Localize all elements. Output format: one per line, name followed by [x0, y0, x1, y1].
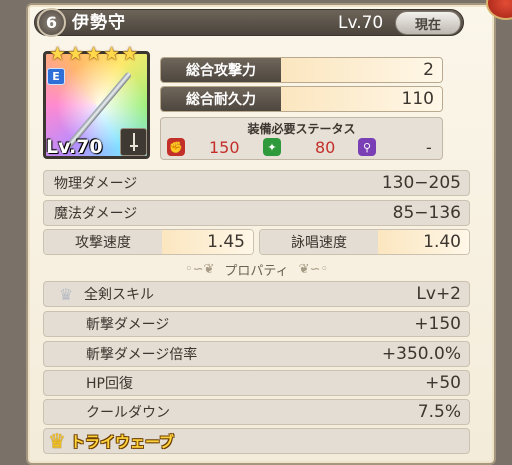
total-attack-value: 2	[281, 58, 442, 82]
property-title: プロパティ	[224, 263, 289, 279]
req-strength-value: 150	[209, 137, 240, 157]
property-label: クールダウン	[86, 405, 170, 421]
property-label: 斬撃ダメージ	[86, 317, 170, 333]
required-status-title: 装備必要ステータス	[247, 122, 356, 136]
ornament-left-icon: ◦∽❦	[184, 261, 215, 277]
attack-speed-label: 攻撃速度	[44, 230, 162, 254]
cast-speed-row: 詠唱速度 1.40	[259, 229, 470, 255]
required-status-box: 装備必要ステータス ✊ 150 ✦ 80 ⚲ -	[160, 117, 443, 160]
attack-speed-value: 1.45	[162, 230, 253, 254]
total-durability-label: 総合耐久力	[161, 87, 281, 111]
trait-name: トライウェーブ	[69, 432, 175, 451]
total-durability-row: 総合耐久力 110	[160, 86, 443, 112]
trait-row: ♛ トライウェーブ	[43, 428, 470, 454]
magic-damage-row: 魔法ダメージ 85−136	[43, 200, 470, 226]
item-level: Lv.70	[338, 13, 384, 33]
property-value: +50	[425, 373, 461, 393]
req-dexterity-value: 80	[315, 137, 336, 157]
property-label-wrap: ♛ 全剣スキル	[54, 284, 154, 304]
property-value: +350.0%	[381, 344, 461, 364]
item-name: 伊勢守	[72, 13, 126, 33]
cast-speed-value: 1.40	[378, 230, 469, 254]
sword-icon	[120, 128, 147, 156]
star-icon: ★	[49, 43, 67, 65]
req-intelligence-value: -	[426, 137, 432, 157]
gold-crown-icon: ♛	[48, 429, 66, 453]
silver-crown-icon: ♛	[58, 284, 74, 304]
physical-damage-value: 130−205	[381, 173, 461, 193]
physical-damage-row: 物理ダメージ 130−205	[43, 170, 470, 196]
property-row: ♛ 全剣スキル Lv+2	[43, 281, 470, 307]
magic-damage-value: 85−136	[392, 203, 461, 223]
property-row: 斬撃ダメージ倍率 +350.0%	[43, 341, 470, 367]
property-row: クールダウン 7.5%	[43, 399, 470, 425]
current-button[interactable]: 現在	[395, 11, 461, 35]
sword-icon-glyph	[129, 133, 138, 151]
physical-damage-label: 物理ダメージ	[54, 176, 138, 192]
property-row: 斬撃ダメージ +150	[43, 311, 470, 337]
total-attack-label: 総合攻撃力	[161, 58, 281, 82]
cast-speed-label: 詠唱速度	[260, 230, 378, 254]
property-label: HP回復	[86, 376, 133, 392]
req-intelligence: ⚲ -	[358, 137, 432, 157]
property-header: ◦∽❦ プロパティ ❦∽◦	[43, 259, 470, 279]
rarity-badge: 6	[37, 8, 66, 37]
property-label: 全剣スキル	[84, 287, 154, 303]
req-dexterity: ✦ 80	[263, 137, 335, 157]
fist-icon: ✊	[167, 138, 185, 156]
property-value: +150	[414, 314, 461, 334]
property-value: Lv+2	[416, 284, 461, 304]
element-badge: E	[47, 68, 65, 85]
property-row: HP回復 +50	[43, 370, 470, 396]
property-label: 斬撃ダメージ倍率	[86, 347, 198, 363]
req-strength: ✊ 150	[167, 137, 240, 157]
star-icon: ★	[85, 43, 103, 65]
star-icon: ★	[103, 43, 121, 65]
attack-speed-row: 攻撃速度 1.45	[43, 229, 254, 255]
rarity-stars: ★ ★ ★ ★ ★	[49, 44, 138, 64]
star-icon: ★	[67, 43, 85, 65]
leaf-icon: ✦	[263, 138, 281, 156]
staff-icon: ⚲	[358, 138, 376, 156]
ornament-right-icon: ❦∽◦	[298, 261, 329, 277]
magic-damage-label: 魔法ダメージ	[54, 206, 138, 222]
property-value: 7.5%	[417, 402, 461, 422]
card-level: Lv.70	[46, 136, 103, 158]
star-icon: ★	[121, 43, 139, 65]
total-attack-row: 総合攻撃力 2	[160, 57, 443, 83]
total-durability-value: 110	[281, 87, 442, 111]
